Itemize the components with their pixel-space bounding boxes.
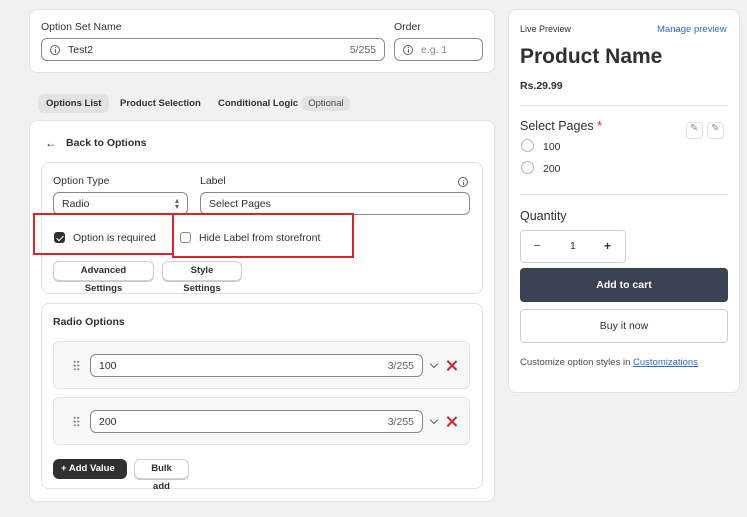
drag-handle-icon[interactable] (73, 416, 80, 427)
customize-text: Customize option styles in (520, 357, 633, 368)
quantity-label: Quantity (520, 209, 567, 223)
drag-handle-icon[interactable] (73, 360, 80, 371)
style-settings-button[interactable]: Style Settings (162, 261, 242, 294)
add-value-button[interactable]: + Add Value (53, 459, 127, 479)
tab-options-list[interactable]: Options List (38, 94, 110, 113)
preview-radio-label: 200 (543, 163, 561, 175)
info-icon[interactable] (458, 177, 468, 187)
label-field-label: Label (200, 175, 226, 187)
divider (520, 194, 728, 195)
preview-scrollbar[interactable] (741, 28, 747, 506)
order-input[interactable]: e.g. 1 (394, 38, 483, 61)
live-preview-label: Live Preview (520, 24, 572, 34)
option-set-name-label: Option Set Name (41, 21, 122, 33)
optional-badge: Optional (302, 96, 350, 111)
info-icon (403, 44, 413, 55)
product-name: Product Name (520, 45, 663, 68)
divider (520, 105, 728, 106)
preview-option-title: Select Pages * (520, 119, 602, 133)
value-input[interactable]: 100 3/255 (90, 354, 423, 377)
order-placeholder: e.g. 1 (421, 43, 448, 56)
option-title-text: Select Pages (520, 119, 594, 133)
preview-radio-100[interactable] (521, 139, 534, 152)
preview-radio-label: 100 (543, 141, 561, 153)
edit-style-button[interactable]: ✎ (686, 122, 703, 139)
preview-radio-200[interactable] (521, 161, 534, 174)
tab-label: Conditional Logic (218, 98, 299, 109)
highlight-box-hide-label (172, 213, 354, 258)
label-value: Select Pages (209, 197, 271, 210)
select-arrows-icon: ▴ ▾ (174, 195, 179, 211)
manage-preview-link[interactable]: Manage preview (657, 24, 727, 35)
advanced-settings-button[interactable]: Advanced Settings (53, 261, 154, 294)
highlight-box-required (33, 213, 174, 255)
edit-label-button[interactable]: ✎ (707, 122, 724, 139)
quantity-stepper: − 1 + (520, 230, 626, 263)
tab-label: Product Selection (120, 98, 201, 109)
qty-plus-button[interactable]: + (604, 239, 611, 253)
required-asterisk: * (597, 119, 603, 133)
order-label: Order (394, 21, 421, 33)
buy-it-now-button[interactable]: Buy it now (520, 309, 728, 343)
char-counter: 3/255 (387, 359, 414, 372)
option-type-select[interactable]: Radio ▴ ▾ (53, 192, 188, 215)
customize-note: Customize option styles in Customization… (520, 357, 698, 368)
customizations-link[interactable]: Customizations (633, 357, 698, 368)
value-row: 100 3/255 (53, 341, 470, 389)
label-input[interactable]: Select Pages (200, 192, 470, 215)
paint-icon: ✎ (690, 123, 699, 134)
char-counter: 5/255 (349, 43, 376, 56)
value-row: 200 3/255 (53, 397, 470, 445)
radio-options-title: Radio Options (53, 316, 125, 328)
info-icon (50, 44, 60, 55)
chevron-down-icon[interactable] (429, 359, 439, 369)
value-text: 100 (99, 359, 117, 372)
option-set-name-input[interactable]: Test2 5/255 (41, 38, 385, 61)
qty-minus-button[interactable]: − (534, 240, 540, 252)
qty-value[interactable]: 1 (570, 240, 576, 252)
arrow-left-icon: ← (45, 136, 57, 150)
tab-label: Options List (46, 98, 102, 109)
back-to-options-link[interactable]: ← Back to Options (45, 136, 147, 150)
pencil-icon: ✎ (711, 123, 720, 134)
add-to-cart-button[interactable]: Add to cart (520, 268, 728, 302)
tab-product-selection[interactable]: Product Selection (112, 94, 209, 113)
delete-x-icon[interactable] (446, 360, 457, 371)
product-price: Rs.29.99 (520, 80, 563, 92)
bulk-add-button[interactable]: Bulk add (134, 459, 189, 492)
back-label: Back to Options (66, 137, 147, 149)
char-counter: 3/255 (387, 415, 414, 428)
value-text: 200 (99, 415, 117, 428)
option-type-label: Option Type (53, 175, 110, 187)
tab-conditional-logic[interactable]: Conditional Logic Optional (210, 94, 350, 113)
value-input[interactable]: 200 3/255 (90, 410, 423, 433)
option-type-value: Radio (62, 197, 90, 210)
delete-x-icon[interactable] (446, 416, 457, 427)
chevron-down-icon[interactable] (429, 415, 439, 425)
option-set-name-value: Test2 (68, 43, 94, 56)
